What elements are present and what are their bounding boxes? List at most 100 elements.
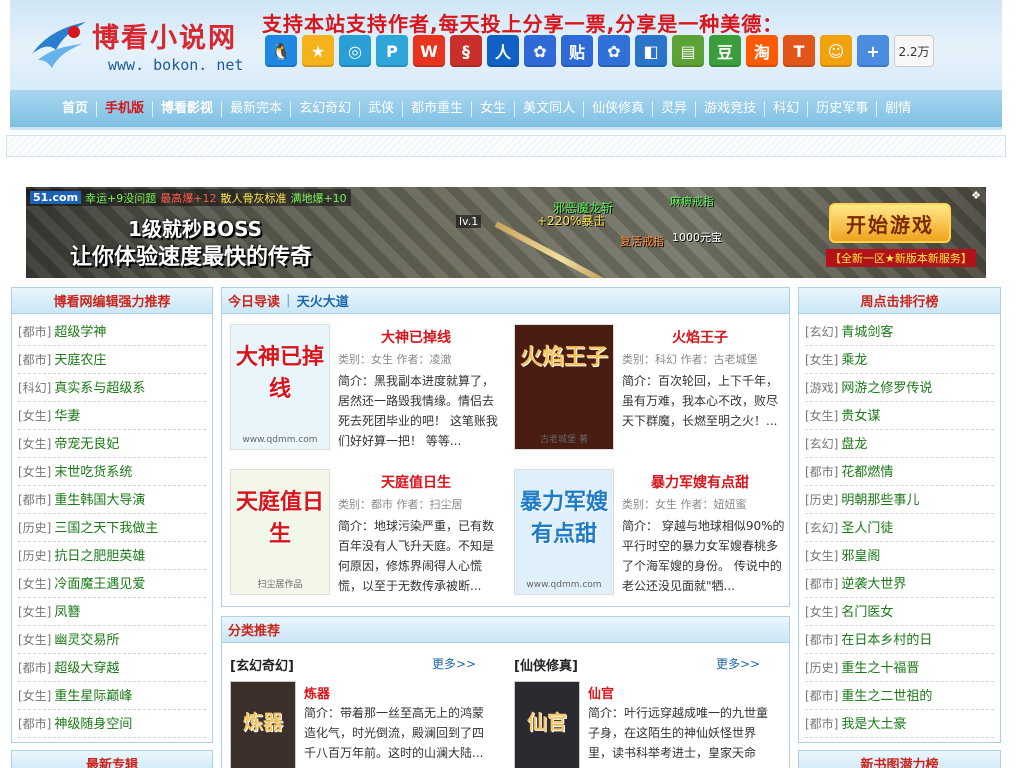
list-item[interactable]: [女生] 乘龙	[805, 346, 994, 374]
nav-item[interactable]: 博看影视	[152, 100, 221, 117]
list-item[interactable]: [女生] 邪皇阁	[805, 542, 994, 570]
book-title-link[interactable]: 明朝那些事儿	[841, 493, 919, 508]
list-item[interactable]: [都市] 重生韩国大导演	[18, 486, 206, 514]
tab-tianhuo[interactable]: 天火大道	[297, 291, 349, 310]
nav-item[interactable]: 科幻	[764, 100, 807, 117]
book-title-link[interactable]: 逆袭大世界	[841, 577, 906, 592]
netease-share-icon[interactable]: §	[450, 35, 482, 67]
book-title-link[interactable]: 神级随身空间	[54, 717, 132, 732]
nav-item[interactable]: 最新完本	[221, 100, 290, 117]
list-item[interactable]: [都市] 天庭农庄	[18, 346, 206, 374]
list-item[interactable]: [历史] 三国之天下我做主	[18, 514, 206, 542]
start-game-button[interactable]: 开始游戏	[829, 203, 951, 243]
ad-close-icon[interactable]: ❖	[968, 189, 984, 203]
qq-share-icon[interactable]: 🐧	[265, 35, 297, 67]
book-title-link[interactable]: 贵女谋	[841, 409, 880, 424]
book-title-link[interactable]: 花都燃情	[841, 465, 893, 480]
taobao-share-icon[interactable]: 淘	[746, 35, 778, 67]
book-cover[interactable]: 火焰王子 古老城堡 著	[514, 324, 614, 450]
list-item[interactable]: [历史] 抗日之肥胆英雄	[18, 542, 206, 570]
book-title-link[interactable]: 帝宠无良妃	[54, 437, 119, 452]
book-title-link[interactable]: 华妻	[54, 409, 80, 424]
list-item[interactable]: [玄幻] 圣人门徒	[805, 514, 994, 542]
book-title-link[interactable]: 天庭值日生	[336, 472, 496, 492]
game-ad-banner[interactable]: 51.com 幸运+9没问题 最高爆+12 散人骨灰标准 满地爆+10 1级就秒…	[26, 187, 986, 278]
list-item[interactable]: [都市] 超级大穿越	[18, 654, 206, 682]
nav-item[interactable]: 游戏竞技	[695, 100, 764, 117]
book-title-link[interactable]: 三国之天下我做主	[54, 521, 158, 536]
book-cover[interactable]: 暴力军嫂有点甜 www.qdmm.com	[514, 469, 614, 595]
book-title-link[interactable]: 超级大穿越	[54, 661, 119, 676]
book-title-link[interactable]: 幽灵交易所	[54, 633, 119, 648]
category-name[interactable]: [仙侠修真]	[514, 655, 578, 674]
share-count[interactable]: 2.2万	[894, 35, 934, 67]
book-cover[interactable]: 仙官	[514, 681, 580, 768]
book-cover[interactable]: 炼器	[230, 681, 296, 768]
book-cover[interactable]: 天庭值日生 扫尘居作品	[230, 469, 330, 595]
nav-item[interactable]: 玄幻奇幻	[290, 100, 359, 117]
sina-weibo-share-icon[interactable]: W	[413, 35, 445, 67]
list-item[interactable]: [都市] 神级随身空间	[18, 710, 206, 738]
book-card[interactable]: 火焰王子 古老城堡 著火焰王子 类别：科幻 作者：古老城堡 简介：百次轮回，上下千年，…	[506, 315, 788, 450]
site-logo[interactable]: 博看小说网 www. bokon. net	[28, 10, 258, 80]
book-card[interactable]: 暴力军嫂有点甜 www.qdmm.com 暴力军嫂有点甜 类别：女生 作者：妞妞蜜 简介…	[506, 460, 788, 595]
kaixin-share-icon[interactable]: ◧	[635, 35, 667, 67]
favorite-share-icon[interactable]: ☺	[820, 35, 852, 67]
nav-item[interactable]: 仙侠修真	[583, 100, 652, 117]
book-title-link[interactable]: 仙官	[588, 683, 614, 702]
list-item[interactable]: [女生] 冷面魔王遇见爱	[18, 570, 206, 598]
book-title-link[interactable]: 火焰王子	[620, 327, 780, 347]
qzone-share-icon[interactable]: ★	[302, 35, 334, 67]
android-share-icon[interactable]: ▤	[672, 35, 704, 67]
list-item[interactable]: [都市] 逆袭大世界	[805, 570, 994, 598]
nav-item[interactable]: 都市重生	[402, 100, 471, 117]
nav-item[interactable]: 历史军事	[807, 100, 876, 117]
book-title-link[interactable]: 重生之二世祖的	[841, 689, 932, 704]
baidu-share-icon[interactable]: ✿	[524, 35, 556, 67]
book-card[interactable]: 大神已掉线 www.qdmm.com 大神已掉线 类别：女生 作者：凌澈 简介：黑我副本…	[222, 315, 504, 450]
nav-item[interactable]: 女生	[471, 100, 514, 117]
list-item[interactable]: [历史] 重生之十福晋	[805, 654, 994, 682]
list-item[interactable]: [都市] 超级学神	[18, 318, 206, 346]
book-title-link[interactable]: 超级学神	[54, 325, 106, 340]
list-item[interactable]: [女生] 末世吃货系统	[18, 458, 206, 486]
more-link[interactable]: 更多>>	[432, 655, 476, 672]
book-title-link[interactable]: 邪皇阁	[841, 549, 880, 564]
baidu-paw-share-icon[interactable]: ✿	[598, 35, 630, 67]
list-item[interactable]: [都市] 花都燃情	[805, 458, 994, 486]
tieba-share-icon[interactable]: 贴	[561, 35, 593, 67]
list-item[interactable]: [玄幻] 盘龙	[805, 430, 994, 458]
renren-share-icon[interactable]: 人	[487, 35, 519, 67]
douban-share-icon[interactable]: 豆	[709, 35, 741, 67]
list-item[interactable]: [女生] 名门医女	[805, 598, 994, 626]
nav-item[interactable]: 武侠	[359, 100, 402, 117]
list-item[interactable]: [科幻] 真实系与超级系	[18, 374, 206, 402]
list-item[interactable]: [游戏] 网游之修罗传说	[805, 374, 994, 402]
list-item[interactable]: [都市] 在日本乡村的日	[805, 626, 994, 654]
book-title-link[interactable]: 网游之修罗传说	[841, 381, 932, 396]
list-item[interactable]: [女生] 帝宠无良妃	[18, 430, 206, 458]
list-item[interactable]: [女生] 幽灵交易所	[18, 626, 206, 654]
book-title-link[interactable]: 乘龙	[841, 353, 867, 368]
nav-item[interactable]: 灵异	[652, 100, 695, 117]
book-title-link[interactable]: 盘龙	[841, 437, 867, 452]
tencent-weibo-share-icon[interactable]: P	[376, 35, 408, 67]
book-title-link[interactable]: 冷面魔王遇见爱	[54, 577, 145, 592]
book-title-link[interactable]: 青城剑客	[841, 325, 893, 340]
list-item[interactable]: [都市] 我是大土豪	[805, 710, 994, 738]
book-title-link[interactable]: 重生星际巅峰	[54, 689, 132, 704]
category-name[interactable]: [玄幻奇幻]	[230, 655, 294, 674]
book-title-link[interactable]: 抗日之肥胆英雄	[54, 549, 145, 564]
more-link[interactable]: 更多>>	[716, 655, 760, 672]
list-item[interactable]: [玄幻] 青城剑客	[805, 318, 994, 346]
nav-item[interactable]: 剧情	[876, 100, 919, 117]
nav-item[interactable]: 手机版	[96, 100, 152, 117]
book-cover[interactable]: 大神已掉线 www.qdmm.com	[230, 324, 330, 450]
book-title-link[interactable]: 天庭农庄	[54, 353, 106, 368]
tianya-share-icon[interactable]: T	[783, 35, 815, 67]
list-item[interactable]: [女生] 贵女谋	[805, 402, 994, 430]
book-title-link[interactable]: 圣人门徒	[841, 521, 893, 536]
book-title-link[interactable]: 重生之十福晋	[841, 661, 919, 676]
list-item[interactable]: [女生] 华妻	[18, 402, 206, 430]
book-title-link[interactable]: 大神已掉线	[336, 327, 496, 347]
